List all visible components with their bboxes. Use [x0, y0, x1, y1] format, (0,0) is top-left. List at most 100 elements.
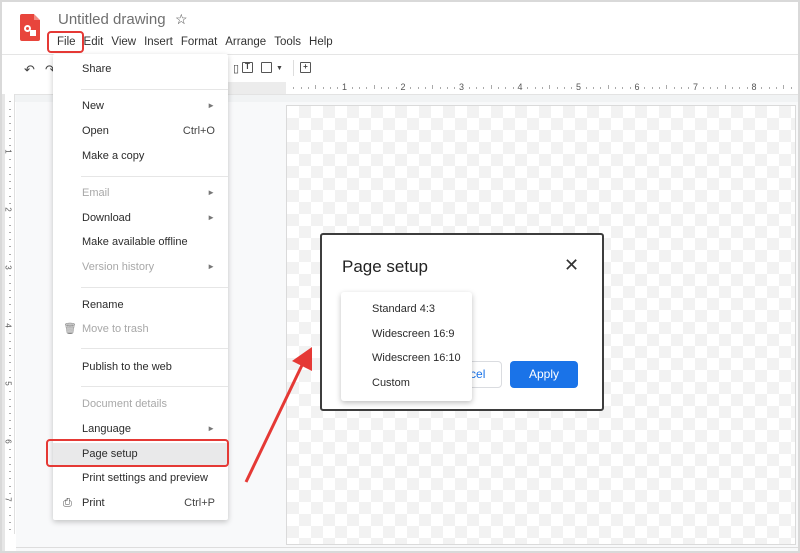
ruler-number: 4 — [517, 82, 523, 92]
ruler-tick — [483, 87, 485, 89]
ruler-tick — [9, 181, 11, 182]
ruler-number: 5 — [3, 381, 13, 386]
option-custom[interactable]: Custom — [372, 377, 410, 389]
ruler-tick — [9, 456, 11, 458]
ruler-tick — [768, 87, 770, 89]
ruler-tick — [9, 485, 11, 487]
menu-item-make-offline[interactable]: Make available offline — [53, 231, 228, 253]
ruler-tick — [9, 311, 11, 313]
ruler-tick — [439, 87, 441, 89]
language-label: Language — [82, 423, 131, 435]
undo-icon[interactable]: ↶ — [24, 62, 35, 78]
ruler-tick — [9, 391, 11, 393]
ruler-tick — [9, 347, 11, 349]
menu-view[interactable]: View — [107, 34, 140, 50]
ruler-tick — [585, 87, 587, 89]
star-icon[interactable]: ☆ — [175, 11, 188, 28]
horizontal-ruler[interactable]: 1 2 3 4 5 6 7 8 — [286, 82, 798, 94]
vertical-ruler[interactable]: 1 2 3 4 5 6 7 — [3, 94, 15, 534]
ruler-number: 3 — [3, 265, 13, 270]
ruler-tick — [563, 87, 565, 89]
menu-item-download[interactable]: Download ► — [53, 207, 228, 229]
ruler-tick — [622, 87, 624, 89]
ruler-tick — [9, 260, 11, 262]
ruler-tick — [446, 87, 448, 89]
menu-item-new[interactable]: New ► — [53, 95, 228, 117]
close-icon[interactable]: ✕ — [564, 255, 579, 276]
menu-separator — [81, 89, 228, 90]
menu-separator — [81, 176, 228, 177]
ruler-tick — [9, 130, 11, 132]
ruler-tick — [395, 87, 397, 89]
image-icon[interactable] — [261, 62, 272, 73]
ruler-tick — [454, 87, 456, 89]
ruler-tick — [9, 304, 11, 306]
ruler-tick — [322, 87, 324, 89]
ruler-tick — [373, 85, 375, 89]
ruler-tick — [9, 195, 11, 197]
ruler-number: 7 — [692, 82, 699, 92]
ruler-tick — [541, 87, 543, 89]
ruler-tick — [9, 449, 11, 451]
ruler-tick — [9, 471, 11, 472]
dialog-title: Page setup — [342, 257, 429, 276]
ruler-tick — [307, 87, 309, 89]
ruler-tick — [329, 87, 331, 89]
screenshot-frame: Untitled drawing ☆ File Edit View Insert… — [0, 0, 800, 553]
text-box-icon[interactable]: T — [242, 62, 253, 73]
menu-item-rename[interactable]: Rename — [53, 294, 228, 316]
ruler-number: 2 — [400, 82, 406, 92]
email-label: Email — [82, 187, 110, 199]
menu-tools[interactable]: Tools — [270, 34, 305, 50]
ruler-tick — [9, 108, 11, 110]
ruler-tick — [9, 115, 11, 117]
menu-item-open[interactable]: Open Ctrl+O — [53, 120, 228, 142]
ruler-tick — [534, 87, 536, 89]
menu-arrange[interactable]: Arrange — [221, 34, 270, 50]
ruler-tick — [315, 85, 317, 89]
toolbar-partial-icon[interactable]: ▯ — [233, 62, 239, 75]
ruler-tick — [293, 87, 295, 89]
ruler-tick — [680, 87, 682, 89]
image-dropdown-icon[interactable]: ▼ — [276, 65, 283, 72]
ruler-tick — [9, 376, 11, 378]
menu-item-print[interactable]: ⎙ Print Ctrl+P — [53, 492, 228, 514]
menu-item-share[interactable]: Share — [53, 58, 228, 80]
ruler-tick — [556, 87, 558, 89]
menu-help[interactable]: Help — [305, 34, 337, 50]
ruler-tick — [783, 85, 785, 89]
printer-icon: ⎙ — [63, 497, 72, 509]
ruler-tick — [651, 87, 653, 89]
menu-separator — [81, 287, 228, 288]
apply-button[interactable]: Apply — [510, 361, 578, 388]
ruler-tick — [432, 85, 434, 89]
add-comment-icon[interactable]: + — [300, 62, 311, 73]
drawings-logo-icon[interactable] — [20, 14, 40, 41]
ruler-tick — [476, 87, 478, 89]
menu-item-language[interactable]: Language ► — [53, 418, 228, 440]
option-widescreen-16-9[interactable]: Widescreen 16:9 — [372, 328, 455, 340]
ruler-tick — [9, 529, 11, 530]
menu-item-move-trash: 🗑 Move to trash — [53, 318, 228, 340]
ruler-tick — [9, 246, 11, 248]
share-label: Share — [82, 63, 112, 75]
ruler-number: 2 — [3, 207, 13, 212]
menu-item-make-copy[interactable]: Make a copy — [53, 145, 228, 167]
document-title[interactable]: Untitled drawing — [58, 11, 166, 28]
ruler-tick — [9, 507, 11, 509]
menu-item-publish[interactable]: Publish to the web — [53, 356, 228, 378]
ruler-tick — [9, 166, 11, 168]
menu-format[interactable]: Format — [177, 34, 221, 50]
menu-item-print-settings[interactable]: Print settings and preview — [53, 467, 228, 489]
ruler-tick — [9, 253, 11, 255]
option-widescreen-16-10[interactable]: Widescreen 16:10 — [372, 352, 461, 364]
option-standard-4-3[interactable]: Standard 4:3 — [372, 303, 435, 315]
ruler-tick — [512, 87, 514, 89]
ruler-tick — [9, 202, 11, 204]
ruler-tick — [9, 340, 11, 342]
ruler-tick — [9, 123, 11, 124]
menu-insert[interactable]: Insert — [140, 34, 177, 50]
ruler-tick — [9, 521, 11, 523]
menu-item-version-history: Version history ► — [53, 256, 228, 278]
ruler-tick — [732, 87, 734, 89]
